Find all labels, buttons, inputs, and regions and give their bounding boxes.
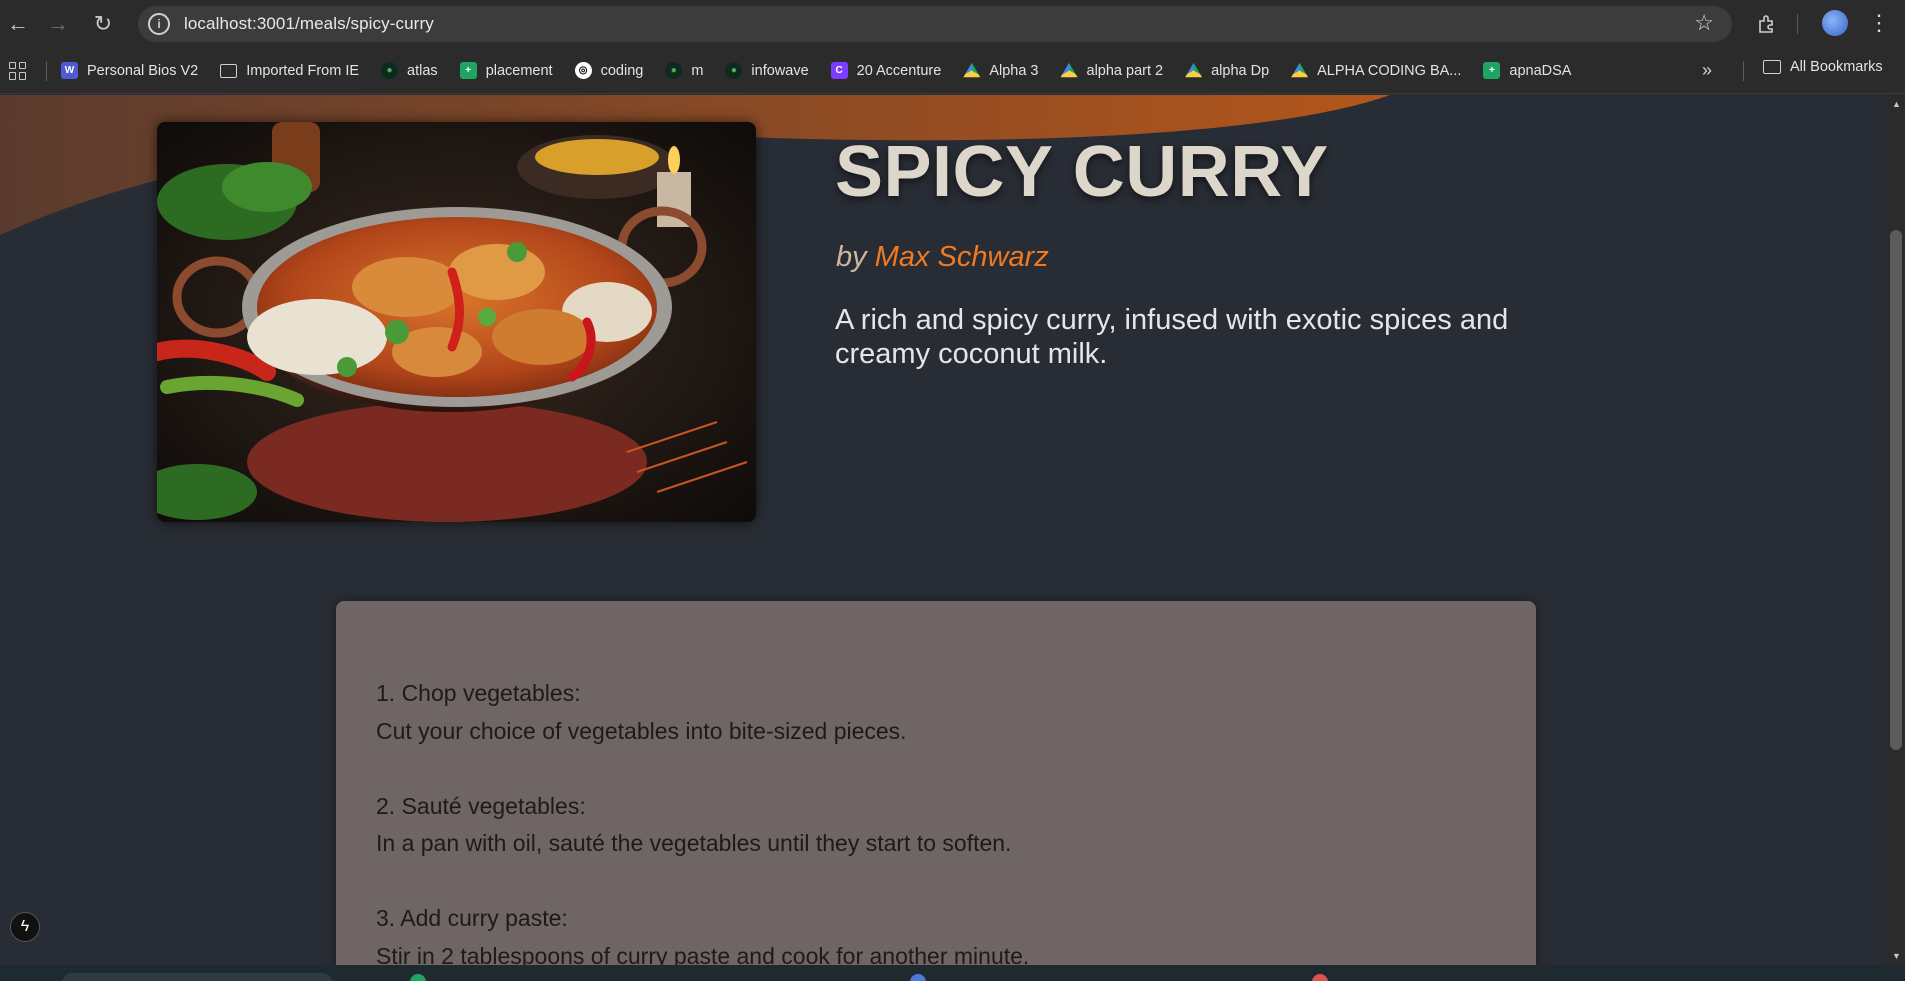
bookmark-item[interactable]: alpha part 2 [1060,62,1164,79]
bookmark-label: atlas [407,62,438,79]
bookmark-label: Imported From IE [246,62,360,79]
bookmark-star-icon[interactable]: ☆ [1694,10,1714,36]
bookmark-item[interactable]: ● atlas [381,62,438,79]
folder-icon [1763,60,1781,74]
url-text[interactable]: localhost:3001/meals/spicy-curry [184,14,434,34]
bookmark-item[interactable]: + apnaDSA [1483,62,1571,79]
all-bookmarks-label: All Bookmarks [1790,59,1883,75]
step-heading: 1. Chop vegetables: [376,680,581,706]
step-text: In a pan with oil, sauté the vegetables … [376,830,1012,856]
bookmark-item[interactable]: C 20 Accenture [830,62,942,79]
meal-image [157,122,756,522]
scroll-down-arrow-icon[interactable]: ▼ [1892,951,1901,961]
meal-byline: by Max Schwarz [836,241,1049,274]
bookmark-list: W Personal Bios V2 Imported From IE ● atlas +… [61,62,1593,79]
page-scrollbar[interactable]: ▲ ▼ [1887,95,1905,965]
meal-summary: A rich and spicy curry, infused with exo… [835,304,1509,370]
bookmark-item[interactable]: ◎ coding [574,62,644,79]
bookmark-label: 20 Accenture [856,62,942,79]
sheet-icon: + [1483,62,1501,79]
menu-kebab-icon[interactable]: ⋮ [1868,10,1890,36]
bookmark-label: alpha Dp [1211,62,1270,79]
step-heading: 3. Add curry paste: [376,905,568,931]
bookmarks-divider-right [1743,61,1744,81]
taskbar-app-icon[interactable] [1312,974,1328,981]
bookmark-item[interactable]: ● m [665,62,703,79]
bookmark-label: coding [600,62,644,79]
step-heading: 2. Sauté vegetables: [376,792,586,819]
bookmarks-bar: W Personal Bios V2 Imported From IE ● atlas +… [0,48,1905,94]
browser-toolbar: ← → ↻ i localhost:3001/meals/spicy-curry… [0,0,1905,48]
drive-icon [963,62,981,78]
step-text: Stir in 2 tablespoons of curry paste and… [376,942,1030,966]
taskbar-app-icon[interactable] [910,974,926,981]
byline-prefix: by [836,241,867,273]
scrollbar-thumb[interactable] [1890,230,1902,750]
instructions-card: 1. Chop vegetables: Cut your choice of v… [336,601,1536,965]
creator-email-link[interactable]: Max Schwarz [875,241,1049,273]
instruction-step: 1. Chop vegetables: Cut your choice of v… [376,675,1496,750]
nextjs-dev-indicator-icon[interactable]: ϟ [10,912,40,942]
reload-icon[interactable]: ↻ [85,6,121,42]
drive-icon [1185,62,1203,78]
toolbar-divider [1797,14,1798,34]
canva-icon: C [830,62,848,79]
bookmark-item[interactable]: Alpha 3 [963,62,1039,79]
meal-title: SPICY CURRY [835,132,1329,212]
page-viewport: SPICY CURRY by Max Schwarz A rich and sp… [0,95,1887,965]
bookmark-item[interactable]: ALPHA CODING BA... [1291,62,1461,79]
mongo-icon: ● [725,62,743,79]
os-taskbar [0,965,1905,981]
instruction-step: 3. Add curry paste: Stir in 2 tablespoon… [376,900,1496,965]
bookmark-item[interactable]: alpha Dp [1185,62,1269,79]
drive-icon [1060,62,1078,78]
curry-bowl-illustration [157,122,756,522]
bookmark-item[interactable]: ● infowave [725,62,809,79]
bookmark-label: apnaDSA [1509,62,1572,79]
folder-icon [220,63,238,78]
sheet-icon: + [459,62,477,79]
all-bookmarks-folder[interactable]: All Bookmarks [1763,59,1883,75]
drive-icon [1291,62,1309,78]
taskbar-app-icon[interactable] [410,974,426,981]
instruction-step: 2. Sauté vegetables: In a pan with oil, … [376,788,1496,863]
bio-icon: W [61,62,78,79]
bookmark-label: placement [485,62,553,79]
bookmark-item[interactable]: + placement [459,62,553,79]
bookmark-label: Personal Bios V2 [87,62,199,79]
mongo-icon: ● [665,62,683,79]
forward-arrow-icon[interactable]: → [40,6,76,42]
bookmarks-overflow-icon[interactable]: » [1702,60,1712,81]
bookmark-label: alpha part 2 [1086,62,1164,79]
bookmark-label: ALPHA CODING BA... [1317,62,1462,79]
bookmark-label: m [691,62,704,79]
site-info-icon[interactable]: i [148,13,170,35]
bookmark-label: infowave [751,62,809,79]
gpt-icon: ◎ [574,62,592,79]
step-text: Cut your choice of vegetables into bite-… [376,717,907,744]
address-bar[interactable]: i localhost:3001/meals/spicy-curry ☆ [138,6,1732,42]
apps-grid-icon[interactable] [9,61,27,80]
scroll-up-arrow-icon[interactable]: ▲ [1892,99,1901,109]
taskbar-search[interactable] [62,973,332,981]
profile-avatar[interactable] [1822,10,1848,36]
bookmark-item[interactable]: W Personal Bios V2 [61,62,198,79]
bookmarks-divider [46,60,47,81]
extensions-puzzle-icon[interactable] [1752,6,1782,42]
bookmark-item[interactable]: Imported From IE [220,63,359,79]
back-arrow-icon[interactable]: ← [0,6,36,42]
bookmark-label: Alpha 3 [989,62,1039,79]
mongo-icon: ● [381,62,399,79]
